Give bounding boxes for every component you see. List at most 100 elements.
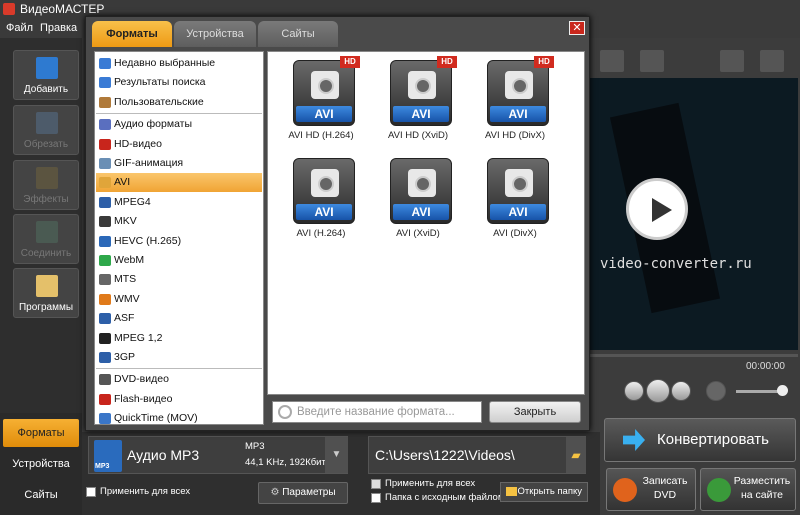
format-search-input[interactable]: Введите название формата... [272,401,482,423]
close-icon[interactable]: ✕ [569,21,585,35]
same-folder-checkbox[interactable] [371,493,381,503]
category-item[interactable]: MPEG4 [96,193,262,212]
next-icon[interactable] [671,381,691,401]
prev-icon[interactable] [624,381,644,401]
tab-formats[interactable]: Форматы [3,419,79,447]
camera-glyph [408,71,436,99]
format-card[interactable]: AVI HD AVI HD (DivX) [474,56,556,151]
format-caption: AVI (DivX) [493,228,537,239]
publish-button[interactable]: Разместить на сайте [700,468,796,511]
avi-icon [99,177,111,189]
apply-all-path-checkbox[interactable] [371,479,381,489]
hevc-icon [99,235,111,247]
hd-badge: HD [534,56,554,68]
publish-label-1: Разместить [733,475,791,487]
category-item[interactable]: ASF [96,309,262,328]
seek-bar[interactable] [590,354,798,357]
convert-arrow-icon [623,429,645,451]
dialog-tab-sites[interactable]: Сайты [258,21,338,47]
mts-icon [99,274,111,286]
category-item[interactable]: WebM [96,251,262,270]
crop-icon[interactable] [760,50,784,72]
category-label: MPEG4 [114,195,151,208]
apply-all-checkbox[interactable] [86,487,96,497]
wmv-icon [99,293,111,305]
trim-button[interactable]: Обрезать [13,105,79,155]
category-label: Аудио форматы [114,118,193,131]
category-item[interactable]: Пользовательские [96,93,262,112]
video-camera-icon: AVI [487,158,549,224]
category-label: AVI [114,176,131,189]
burn-dvd-button[interactable]: Записать DVD [606,468,696,511]
open-folder-button[interactable]: Открыть папку [500,482,588,502]
output-path[interactable]: C:\Users\1222\Videos\ [368,436,586,474]
category-item[interactable]: Flash-видео [96,390,262,409]
effects-button[interactable]: Эффекты [13,160,79,210]
publish-label-2: на сайте [740,489,784,501]
play-big-icon[interactable] [626,178,688,240]
tab-sites[interactable]: Сайты [3,481,79,509]
recent-icon [99,58,111,69]
play-icon[interactable] [646,379,670,403]
category-item[interactable]: MKV [96,212,262,231]
category-item[interactable]: HD-видео [96,135,262,154]
dialog-tab-formats[interactable]: Форматы [92,21,172,47]
sidebar: Добавить Обрезать Эффекты Соединить Прог… [0,38,82,413]
search-results-icon [99,77,111,89]
format-card[interactable]: AVI AVI (DivX) [474,154,556,249]
close-dialog-button[interactable]: Закрыть [489,401,581,423]
open-folder-label: Открыть папку [517,486,582,497]
category-item[interactable]: Результаты поиска [96,73,262,92]
format-card[interactable]: AVI HD AVI HD (XviD) [377,56,459,151]
time-display: 00:00:00 [746,361,785,372]
category-label: MKV [114,215,137,228]
category-item[interactable]: MPEG 1,2 [96,329,262,348]
category-label: QuickTime (MOV) [114,412,198,425]
format-badge: AVI [490,106,546,122]
join-button[interactable]: Соединить [13,214,79,264]
category-item[interactable]: QuickTime (MOV) [96,409,262,428]
format-caption: AVI HD (XviD) [388,130,448,141]
category-item[interactable]: HEVC (H.265) [96,232,262,251]
category-item[interactable]: 3GP [96,348,262,367]
convert-button[interactable]: Конвертировать [604,418,796,462]
asf-icon [99,313,111,325]
output-format-selector[interactable]: MP3 Аудио MP3 MP3 44,1 KHz, 192Кбит ▼ [88,436,348,474]
category-item[interactable]: Недавно выбранные [96,54,262,73]
video-camera-icon: AVI [487,60,549,126]
volume-knob[interactable] [777,385,788,396]
category-item[interactable]: Аудио форматы [96,115,262,134]
category-item[interactable]: DVD-видео [96,370,262,389]
webm-icon [99,255,111,266]
format-caption: AVI HD (H.264) [288,130,354,141]
category-label: Flash-видео [114,392,173,405]
parameters-button[interactable]: ⚙ Параметры [258,482,348,504]
tab-devices[interactable]: Устройства [3,450,79,478]
folder-icon[interactable]: ▰ [566,437,586,473]
category-item[interactable]: GIF-анимация [96,154,262,173]
format-card[interactable]: AVI AVI (H.264) [280,154,362,249]
mp4-icon [99,196,111,208]
chevron-down-icon[interactable]: ▼ [325,437,348,473]
format-badge: AVI [393,204,449,220]
user-icon [99,96,111,108]
menu-edit[interactable]: Правка [40,18,77,38]
category-item[interactable]: MTS [96,270,262,289]
format-card[interactable]: AVI AVI (XviD) [377,154,459,249]
format-card[interactable]: AVI HD AVI HD (H.264) [280,56,362,151]
brightness-icon[interactable] [600,50,624,72]
category-item[interactable]: WMV [96,290,262,309]
convert-label: Конвертировать [657,431,769,448]
dialog-tab-devices[interactable]: Устройства [174,21,256,47]
speed-icon[interactable] [640,50,664,72]
add-button[interactable]: Добавить [13,50,79,100]
volume-icon[interactable] [706,381,726,401]
gif-icon[interactable] [720,50,744,72]
watermark: video-converter.ru [600,256,752,272]
category-item[interactable]: AVI [96,173,262,193]
category-label: MPEG 1,2 [114,331,163,344]
programs-button[interactable]: Программы [13,268,79,318]
add-film-icon [36,57,58,79]
menu-file[interactable]: Файл [6,18,33,38]
dvd-disc-icon [613,478,637,502]
